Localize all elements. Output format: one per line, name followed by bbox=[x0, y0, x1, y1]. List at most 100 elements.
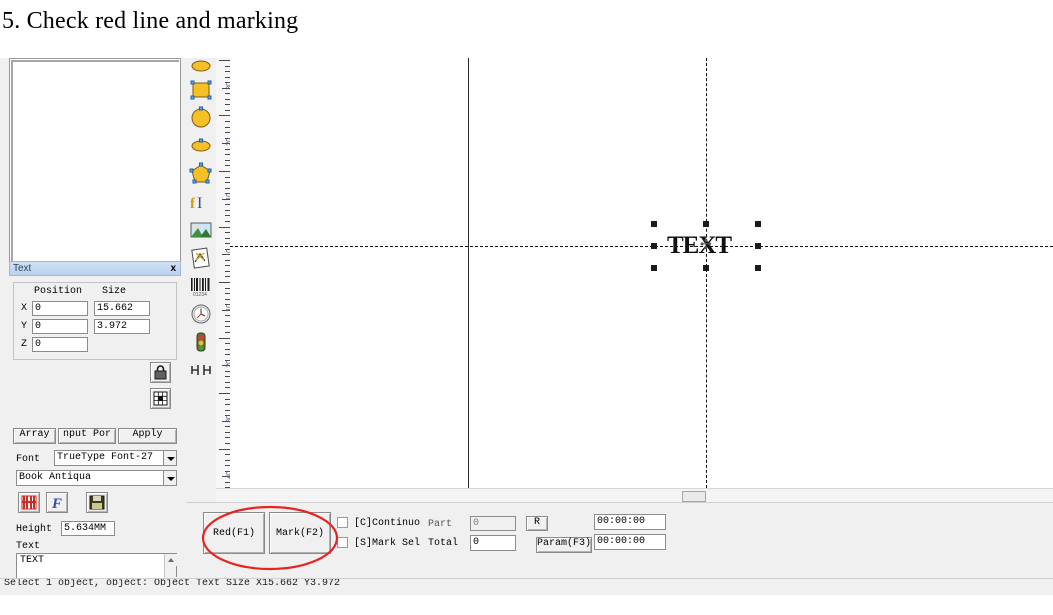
ruler-minor-tick bbox=[222, 254, 230, 255]
svg-text:01234: 01234 bbox=[193, 292, 207, 298]
ruler-major-tick bbox=[219, 338, 230, 339]
text-panel-titlebar: Text x bbox=[9, 261, 181, 276]
array-button[interactable]: Array bbox=[13, 428, 56, 444]
resize-handle-s[interactable] bbox=[703, 265, 709, 271]
polygon-tool[interactable] bbox=[189, 162, 213, 186]
continuous-checkbox[interactable] bbox=[337, 517, 348, 528]
resize-handle-e[interactable] bbox=[755, 243, 761, 249]
left-dock-panel: Text x Position Size X Y Z 0 0 0 15.662 … bbox=[0, 58, 186, 578]
design-canvas[interactable]: TEXT ✣ bbox=[230, 58, 1053, 488]
size-x-input[interactable]: 15.662 bbox=[94, 301, 150, 316]
height-label: Height bbox=[16, 524, 53, 535]
image-tool[interactable] bbox=[189, 218, 213, 242]
circle-tool[interactable] bbox=[189, 106, 213, 130]
font-type-value: TrueType Font-27 bbox=[57, 452, 154, 463]
move-cursor-icon: ✣ bbox=[700, 236, 712, 252]
input-port-button[interactable]: nput Por bbox=[58, 428, 116, 444]
size-y-input[interactable]: 3.972 bbox=[94, 319, 150, 334]
input-port-tool[interactable] bbox=[189, 358, 213, 382]
apply-button[interactable]: Apply bbox=[118, 428, 177, 444]
position-y-input[interactable]: 0 bbox=[32, 319, 88, 334]
polygon-icon bbox=[189, 162, 212, 184]
font-type-combo[interactable]: TrueType Font-27 bbox=[54, 450, 177, 466]
resize-handle-nw[interactable] bbox=[651, 221, 657, 227]
text-tool[interactable]: f I bbox=[189, 190, 213, 214]
laser-marking-application: Text x Position Size X Y Z 0 0 0 15.662 … bbox=[0, 58, 1053, 578]
mark-button[interactable]: Mark(F2) bbox=[269, 512, 331, 554]
mark-sel-label: [S]Mark Sel bbox=[354, 538, 421, 549]
lock-icon[interactable] bbox=[150, 362, 171, 383]
input-port-icon bbox=[191, 365, 211, 375]
traffic-light-icon bbox=[196, 332, 206, 352]
object-list-panel[interactable] bbox=[9, 58, 181, 264]
axis-x-label: X bbox=[21, 303, 28, 314]
work-area-rectangle bbox=[468, 58, 1053, 488]
red-pointer-button[interactable]: Red(F1) bbox=[203, 512, 265, 554]
resize-handle-n[interactable] bbox=[703, 221, 709, 227]
ruler-major-tick bbox=[219, 227, 230, 228]
total-label: Total bbox=[428, 538, 459, 549]
traffic-light-tool[interactable] bbox=[189, 330, 213, 354]
svg-text:I: I bbox=[197, 195, 202, 212]
height-input[interactable]: 5.634MM bbox=[61, 521, 115, 536]
total-input[interactable]: 0 bbox=[470, 535, 516, 551]
text-panel-title: Text bbox=[13, 263, 32, 274]
resize-handle-sw[interactable] bbox=[651, 265, 657, 271]
continuous-label: [C]Continuo bbox=[354, 518, 421, 529]
ruler-major-tick bbox=[219, 449, 230, 450]
horizontal-guide-line bbox=[230, 246, 1053, 247]
time-total-field: 00:00:00 bbox=[594, 534, 666, 550]
position-x-input[interactable]: 0 bbox=[32, 301, 88, 316]
resize-handle-w[interactable] bbox=[651, 243, 657, 249]
ellipse-tool-partial[interactable] bbox=[189, 58, 213, 74]
ellipse-partial-glyph bbox=[191, 60, 211, 72]
anchor-grid-icon[interactable] bbox=[150, 388, 171, 409]
time-elapsed-field: 00:00:00 bbox=[594, 514, 666, 530]
position-size-groupbox: Position Size X Y Z 0 0 0 15.662 3.972 bbox=[13, 282, 177, 360]
param-button[interactable]: Param(F3) bbox=[536, 537, 592, 553]
memo-vscrollbar[interactable] bbox=[164, 554, 177, 578]
position-z-input[interactable]: 0 bbox=[32, 337, 88, 352]
page-title: 5. Check red line and marking bbox=[2, 8, 299, 34]
barcode-tool[interactable]: 01234 bbox=[189, 274, 213, 298]
canvas-scroll-thumb[interactable] bbox=[682, 491, 706, 502]
text-input-memo[interactable]: TEXT bbox=[16, 553, 177, 578]
save-disk-icon[interactable] bbox=[86, 492, 108, 513]
rectangle-tool[interactable] bbox=[189, 78, 213, 102]
resize-handle-se[interactable] bbox=[755, 265, 761, 271]
font-label: Font bbox=[16, 454, 41, 465]
chevron-down-icon[interactable] bbox=[163, 471, 176, 485]
circle-icon bbox=[191, 106, 211, 128]
ellipse-icon bbox=[191, 138, 211, 152]
ruler-major-tick bbox=[219, 171, 230, 172]
scroll-up-icon[interactable] bbox=[165, 554, 177, 566]
vector-file-icon bbox=[191, 247, 210, 269]
timer-tool[interactable] bbox=[189, 302, 213, 326]
ellipse-tool[interactable] bbox=[189, 134, 213, 158]
text-icon: f I bbox=[190, 195, 202, 212]
vector-file-tool[interactable] bbox=[189, 246, 213, 270]
size-header: Size bbox=[102, 286, 127, 297]
anchor-grid-glyph bbox=[153, 391, 168, 406]
hatch-icon[interactable] bbox=[18, 492, 40, 513]
selected-text-object[interactable]: TEXT ✣ bbox=[651, 221, 761, 271]
part-input: 0 bbox=[470, 516, 516, 531]
chevron-down-icon[interactable] bbox=[163, 451, 176, 465]
text-label: Text bbox=[16, 541, 41, 552]
axis-y-label: Y bbox=[21, 321, 28, 332]
font-family-value: Book Antiqua bbox=[19, 472, 92, 483]
vertical-ruler: 30201001020304050 bbox=[216, 58, 233, 534]
hatch-glyph bbox=[21, 495, 37, 510]
status-message: Select 1 object, object: Object Text Siz… bbox=[4, 578, 341, 589]
resize-handle-ne[interactable] bbox=[755, 221, 761, 227]
font-F-icon[interactable]: F bbox=[46, 492, 68, 513]
font-F-glyph: F bbox=[51, 496, 62, 512]
ruler-major-tick bbox=[219, 115, 230, 116]
mark-sel-checkbox[interactable] bbox=[337, 537, 348, 548]
tool-palette: f I 01234 bbox=[186, 58, 217, 488]
svg-text:F: F bbox=[51, 496, 62, 512]
axis-z-label: Z bbox=[21, 339, 28, 350]
font-family-combo[interactable]: Book Antiqua bbox=[16, 470, 177, 486]
reset-counter-button[interactable]: R bbox=[526, 516, 548, 531]
close-icon[interactable]: x bbox=[170, 263, 176, 274]
